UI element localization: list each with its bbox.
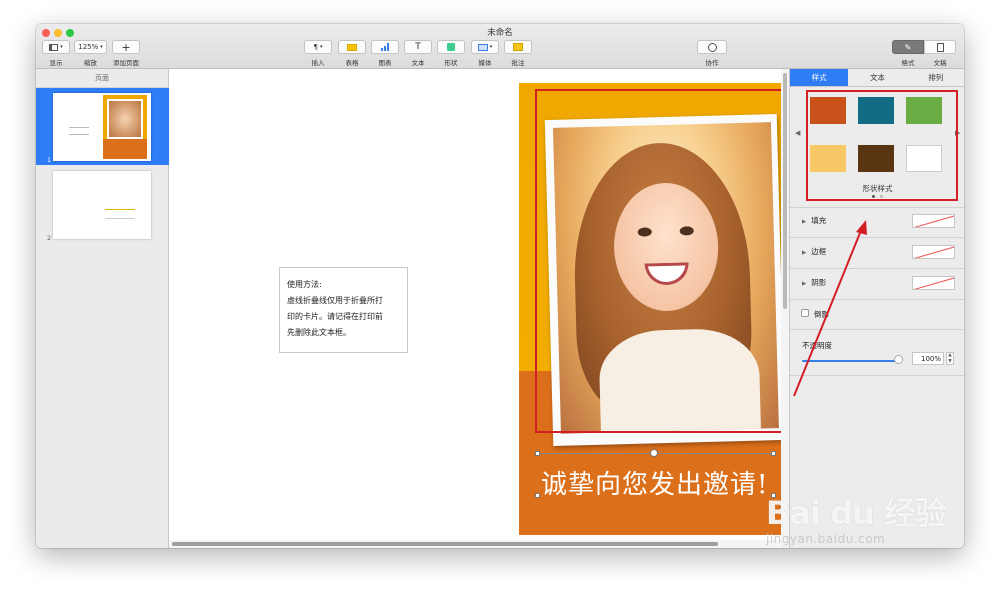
screenshot-stage: 未命名 ▾ 显示 125% ▾ 缩放 + 添加页面 ¶ ▾ 插入 表格 图表 T… — [0, 0, 1000, 597]
baidu-jingyan-watermark: Bai du 经验 jingyan.baidu.com — [766, 488, 947, 546]
watermark-url: jingyan.baidu.com — [766, 532, 886, 546]
arrow-shaft — [793, 227, 863, 397]
arrow-head — [856, 220, 867, 235]
watermark-logo: Bai du 经验 — [766, 494, 947, 532]
